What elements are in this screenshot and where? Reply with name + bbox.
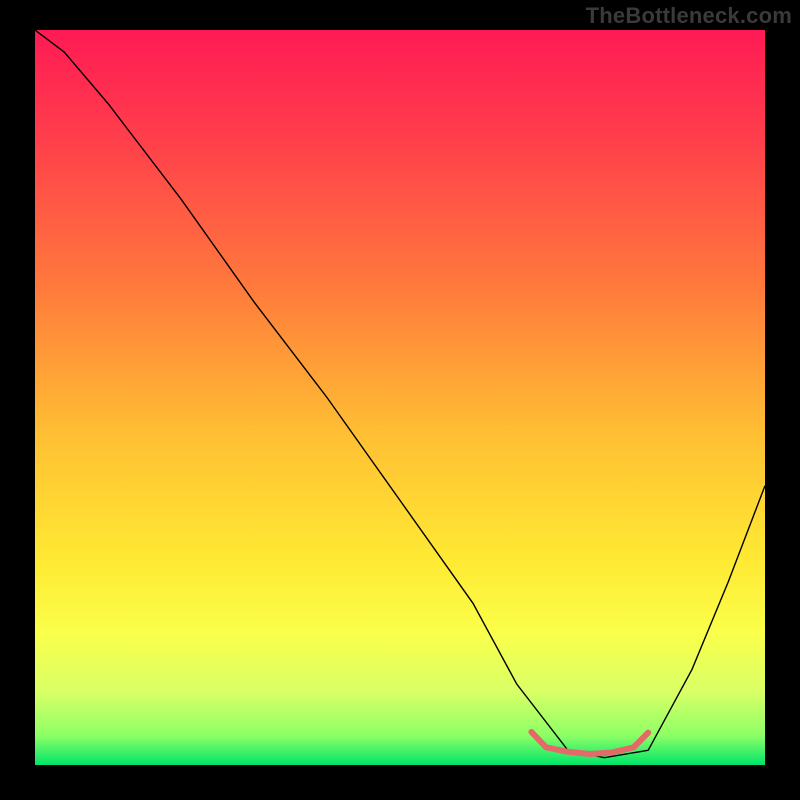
watermark-text: TheBottleneck.com [586,3,792,29]
plot-area [35,30,765,765]
gradient-background [35,30,765,765]
chart-svg [35,30,765,765]
chart-frame: TheBottleneck.com [0,0,800,800]
